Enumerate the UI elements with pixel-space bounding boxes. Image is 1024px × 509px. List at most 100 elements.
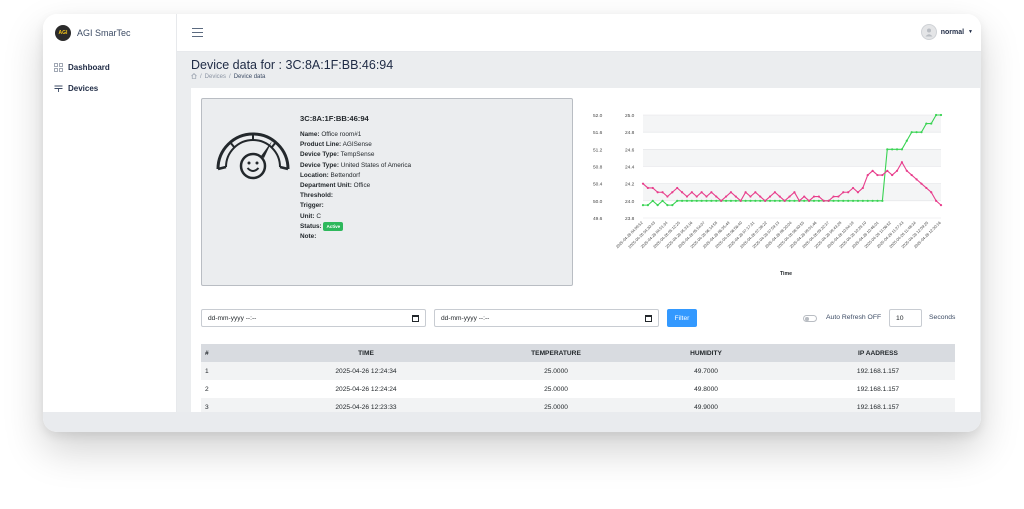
data-point [666,195,669,198]
data-point [661,191,664,194]
data-point [939,113,943,117]
device-mac: 3C:8A:1F:BB:46:94 [300,114,369,123]
devices-icon [54,84,63,93]
y-tick-label-left: 51.2 [593,147,603,153]
data-point [788,195,791,198]
y-tick-label-left: 49.6 [593,216,603,222]
data-point [905,169,908,172]
grid-band [643,115,941,133]
breadcrumb: / Devices / Device data [191,73,265,81]
home-icon[interactable] [191,73,197,81]
sidebar-item-dashboard[interactable]: Dashboard [54,63,110,72]
data-point [891,148,894,151]
data-point [778,199,781,202]
data-point [842,191,845,194]
data-point [881,173,884,177]
device-field: Product Line: AGISense [300,141,372,149]
data-point [768,199,772,202]
calendar-icon[interactable] [645,314,652,322]
y-tick-label-right: 24.0 [625,199,635,205]
data-point [925,186,928,190]
data-point [837,195,840,198]
data-point [661,199,664,202]
table-header: # TIME TEMPERATURE HUMIDITY IP AADRESS [201,344,955,362]
data-point [939,204,943,207]
column-header[interactable]: IP AADRESS [801,350,955,357]
data-point [861,199,864,202]
data-point [676,186,679,190]
data-point [705,199,708,202]
data-point [690,199,693,202]
data-point [915,131,918,134]
data-point [715,195,718,198]
device-data-table: # TIME TEMPERATURE HUMIDITY IP AADRESS 1… [201,344,955,416]
data-point [812,199,816,202]
data-point [827,199,830,202]
y-tick-label-right: 24.6 [625,147,635,153]
data-point [905,139,908,142]
sidebar-item-label: Dashboard [68,63,110,72]
breadcrumb-devices[interactable]: Devices [205,74,226,80]
breadcrumb-current: Device data [233,74,266,80]
data-point [680,191,684,194]
data-point [695,195,698,198]
sidebar-item-devices[interactable]: Devices [54,84,98,93]
data-point [773,199,777,202]
calendar-icon[interactable] [412,314,419,322]
data-point [886,169,889,172]
column-header[interactable]: TIME [231,350,501,357]
device-data-card: 3C:8A:1F:BB:46:94 Name: Office room#1 Pr… [191,88,980,418]
refresh-interval-input[interactable]: 10 [889,309,922,327]
from-date-input[interactable]: dd-mm-yyyy --:-- [201,309,426,327]
y-tick-label-right: 25.0 [625,113,635,119]
data-point [695,199,698,202]
data-point [768,195,772,198]
data-point [729,199,733,202]
device-field: Trigger: [300,202,324,210]
data-point [685,195,689,198]
brand[interactable]: AGI AGI SmarTec [55,25,131,41]
device-status: Status: Active [300,221,411,232]
data-point [724,199,728,202]
data-point [671,204,674,207]
status-badge: Active [323,221,344,231]
data-point [744,191,747,194]
data-point [680,199,684,202]
seconds-label: Seconds [929,314,956,321]
data-point [803,199,806,202]
data-point [895,169,899,172]
data-point [724,195,728,198]
user-name: normal [940,28,965,36]
to-date-input[interactable]: dd-mm-yyyy --:-- [434,309,659,327]
y-tick-label-left: 51.6 [593,130,603,136]
menu-toggle-icon[interactable] [192,28,203,37]
app-window: AGI AGI SmarTec Dashboard Devices normal… [43,14,981,432]
data-point [910,173,913,177]
sidebar: AGI AGI SmarTec Dashboard Devices [43,14,177,412]
grid-band [643,149,941,167]
auto-refresh-toggle[interactable] [803,315,817,322]
data-point [871,169,874,172]
filter-button[interactable]: Filter [667,309,697,327]
y-tick-label-left: 52.0 [593,113,603,119]
data-point [856,191,860,194]
data-point [812,195,816,198]
data-point [749,199,752,202]
page-title: Device data for : 3C:8A:1F:BB:46:94 [191,58,394,72]
data-point [915,178,918,181]
sidebar-item-label: Devices [68,84,99,93]
user-menu[interactable]: normal ▼ [920,24,973,40]
table-row: 1 2025-04-26 12:24:34 25.0000 49.7000 192.16… [201,362,955,380]
device-field: Device Type: TempSense [300,151,375,159]
data-point [773,191,777,194]
data-point [930,122,933,125]
column-header[interactable]: HUMIDITY [611,350,801,357]
data-point [700,199,703,202]
data-point [895,148,899,151]
data-point [847,191,850,194]
data-point [778,195,781,198]
data-point [764,199,767,202]
column-header[interactable]: TEMPERATURE [501,350,611,357]
y-tick-label-right: 24.4 [625,165,635,171]
grid-band [643,183,941,201]
